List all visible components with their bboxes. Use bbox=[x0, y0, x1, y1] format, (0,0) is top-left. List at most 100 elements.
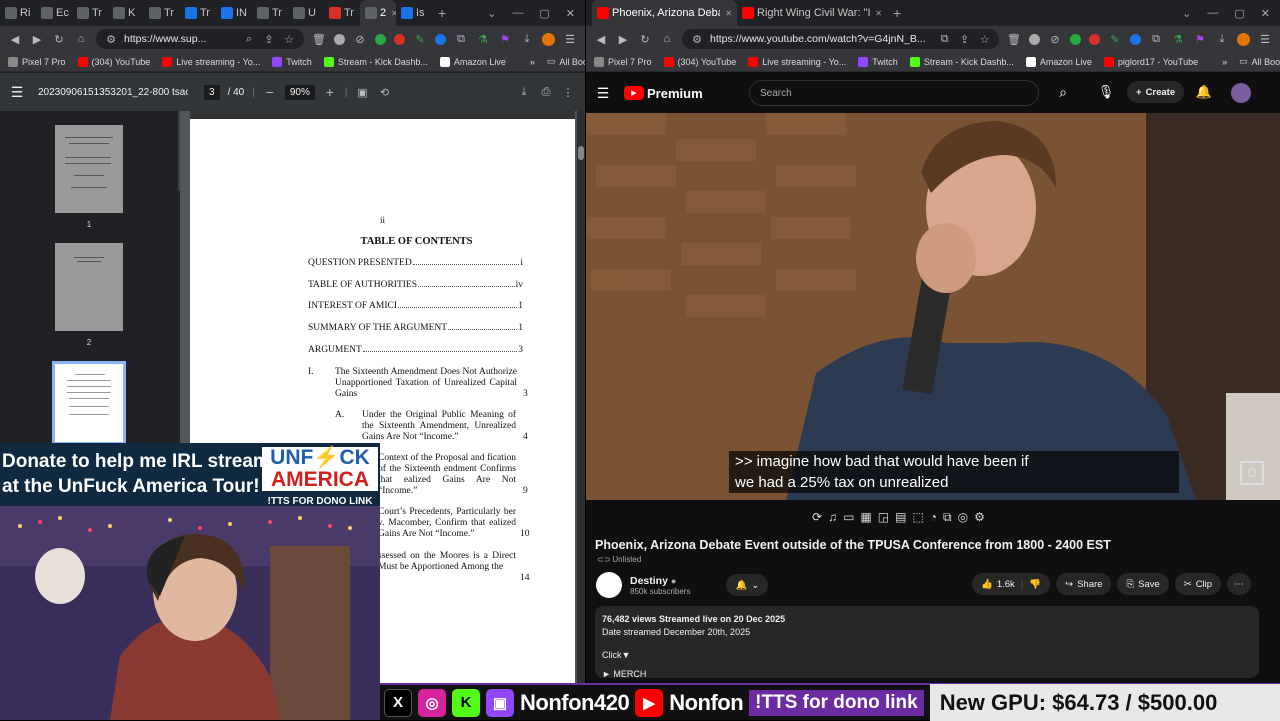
bookmark-item[interactable]: Twitch bbox=[858, 56, 898, 67]
notifications-bell-icon[interactable]: 🔔 bbox=[1196, 84, 1212, 99]
print-icon[interactable]: ⎙ bbox=[539, 85, 553, 99]
tab-0[interactable]: Ri bbox=[0, 0, 36, 26]
bookmark-item[interactable]: Twitch bbox=[272, 56, 312, 67]
labs-flask-icon[interactable]: ⚗ bbox=[476, 32, 490, 46]
menu-icon[interactable]: ☰ bbox=[563, 32, 577, 46]
extension-purple-icon[interactable]: ⚑ bbox=[498, 32, 512, 46]
tab-youtube-debate[interactable]: Phoenix, Arizona Debate E ✕ bbox=[592, 0, 737, 26]
downloads-icon[interactable]: ⤓ bbox=[1215, 32, 1229, 46]
extension-red-icon[interactable] bbox=[394, 33, 405, 45]
maximize-icon[interactable]: ▢ bbox=[1234, 7, 1244, 20]
bookmark-item[interactable]: Pixel 7 Pro bbox=[594, 56, 652, 67]
tab-11[interactable]: Is bbox=[396, 0, 432, 26]
close-window-icon[interactable]: ✕ bbox=[1261, 7, 1270, 20]
close-window-icon[interactable]: ✕ bbox=[566, 7, 575, 20]
page-thumbnail-3-selected[interactable] bbox=[52, 361, 126, 445]
page-number-input[interactable]: 3 bbox=[204, 84, 220, 100]
toc-section-C[interactable]: Court’s Precedents, Particularly ber v. … bbox=[378, 507, 516, 540]
more-bookmarks-icon[interactable]: » bbox=[1222, 57, 1227, 67]
tab-5[interactable]: Tr bbox=[180, 0, 216, 26]
microphone-icon[interactable]: 🎙 bbox=[1098, 84, 1115, 99]
site-info-icon[interactable]: ⚙ bbox=[690, 32, 704, 46]
reload-icon[interactable]: ↻ bbox=[638, 32, 652, 46]
profile-avatar[interactable] bbox=[542, 32, 555, 46]
click-expand[interactable]: Click▼ bbox=[602, 649, 1252, 662]
share-icon[interactable]: ⇪ bbox=[958, 32, 972, 46]
all-bookmarks-folder[interactable]: ▭All Bookmarks bbox=[547, 56, 585, 67]
tab-9[interactable]: Tr bbox=[324, 0, 360, 26]
bookmark-item[interactable]: Stream - Kick Dashb... bbox=[323, 56, 428, 67]
new-tab-icon[interactable]: + bbox=[432, 5, 452, 21]
search-icon[interactable]: ⌕ bbox=[1056, 84, 1070, 100]
back-icon[interactable]: ◀ bbox=[594, 32, 608, 46]
cinema-icon[interactable]: ▭ bbox=[843, 510, 854, 524]
tab-youtube-civil-war[interactable]: Right Wing Civil War: "Israel & ✕ bbox=[737, 0, 887, 26]
share-button[interactable]: ↪ Share bbox=[1056, 573, 1112, 595]
more-actions-icon[interactable]: ⋯ bbox=[1227, 573, 1251, 595]
create-button[interactable]: + Create bbox=[1127, 81, 1185, 103]
tab-6[interactable]: IN bbox=[216, 0, 252, 26]
bookmark-item[interactable]: Pixel 7 Pro bbox=[8, 56, 66, 67]
all-bookmarks-folder[interactable]: ▭All Bookmarks bbox=[1239, 56, 1280, 67]
tab-3[interactable]: K bbox=[108, 0, 144, 26]
close-tab-icon[interactable]: ✕ bbox=[875, 9, 882, 18]
tab-2[interactable]: Tr bbox=[72, 0, 108, 26]
channel-avatar[interactable] bbox=[596, 572, 622, 598]
toc-section-I[interactable]: The Sixteenth Amendment Does Not Authori… bbox=[335, 367, 517, 400]
page-thumbnail-1[interactable] bbox=[55, 125, 123, 213]
extension-grammarly-icon[interactable] bbox=[375, 33, 386, 45]
tab-1[interactable]: Ec bbox=[36, 0, 72, 26]
zoom-in-icon[interactable]: + bbox=[323, 84, 337, 100]
extension-trash-icon[interactable]: 🗑 bbox=[312, 32, 326, 46]
toc-entry[interactable]: SUMMARY OF THE ARGUMENT 1 bbox=[308, 323, 523, 333]
address-bar[interactable]: ⚙ https://www.sup... ⌕ ⇪ ☆ bbox=[96, 29, 304, 49]
zoom-out-icon[interactable]: − bbox=[263, 84, 277, 100]
pip-icon[interactable]: ⧉ bbox=[943, 510, 952, 525]
speed-icon[interactable]: ◔ bbox=[930, 510, 937, 524]
film-icon[interactable]: ▦ bbox=[860, 510, 871, 524]
open-in-app-icon[interactable]: ⧉ bbox=[938, 32, 952, 46]
zoom-icon[interactable]: ⌕ bbox=[242, 32, 256, 46]
bookmark-item[interactable]: Amazon Live bbox=[1025, 56, 1092, 67]
new-tab-icon[interactable]: + bbox=[887, 5, 907, 21]
bookmark-item[interactable]: (304) YouTube bbox=[77, 56, 150, 67]
search-input[interactable]: Search bbox=[749, 80, 1039, 106]
labs-flask-icon[interactable]: ⚗ bbox=[1171, 32, 1185, 46]
tab-7[interactable]: Tr bbox=[252, 0, 288, 26]
more-bookmarks-icon[interactable]: » bbox=[530, 57, 535, 67]
toc-section-B[interactable]: Context of the Proposal and fication of … bbox=[378, 453, 516, 497]
toc-entry[interactable]: TABLE OF AUTHORITIES iv bbox=[308, 280, 523, 290]
bookmark-item[interactable]: Live streaming - Yo... bbox=[162, 56, 260, 67]
bookmark-item[interactable]: (304) YouTube bbox=[663, 56, 736, 67]
share-icon[interactable]: ⇪ bbox=[262, 32, 276, 46]
channel-watermark-icon[interactable]: D bbox=[1240, 461, 1264, 485]
tab-search-icon[interactable]: ⌄ bbox=[1182, 7, 1191, 20]
clip-button[interactable]: ✂ Clip bbox=[1174, 573, 1222, 595]
save-button[interactable]: ⎘ Save bbox=[1117, 573, 1169, 595]
extension-purple-icon[interactable]: ⚑ bbox=[1193, 32, 1207, 46]
toc-entry[interactable]: QUESTION PRESENTED i bbox=[308, 258, 523, 268]
page-thumbnail-2[interactable] bbox=[55, 243, 123, 331]
account-avatar[interactable] bbox=[1231, 83, 1251, 103]
extension-off-icon[interactable]: ⊘ bbox=[353, 32, 367, 46]
pdf-menu-icon[interactable]: ☰ bbox=[10, 84, 24, 100]
minimize-icon[interactable]: — bbox=[512, 7, 523, 19]
loop-icon[interactable]: ⟳ bbox=[812, 510, 822, 524]
reload-icon[interactable]: ↻ bbox=[52, 32, 66, 46]
back-icon[interactable]: ◀ bbox=[8, 32, 22, 46]
video-player[interactable]: >> imagine how bad that would have been … bbox=[586, 113, 1280, 500]
extension-red-icon[interactable] bbox=[1089, 33, 1100, 45]
screenshot-icon[interactable]: ◎ bbox=[958, 510, 968, 524]
profile-avatar[interactable] bbox=[1237, 32, 1250, 46]
settings-gear-icon[interactable]: ⚙ bbox=[974, 510, 985, 524]
extension-grammarly-icon[interactable] bbox=[1070, 33, 1081, 45]
extension-pen-icon[interactable]: ✎ bbox=[1108, 32, 1122, 46]
toc-section-D[interactable]: ssessed on the Moores is a Direct Must b… bbox=[378, 551, 516, 573]
toc-entry[interactable]: ARGUMENT 3 bbox=[308, 345, 523, 355]
extensions-puzzle-icon[interactable]: ⧉ bbox=[1149, 32, 1163, 46]
rotate-icon[interactable]: ⟲ bbox=[377, 85, 391, 99]
fit-page-icon[interactable]: ▣ bbox=[355, 85, 369, 99]
toc-entry[interactable]: INTEREST OF AMICI 1 bbox=[308, 301, 523, 311]
bookmark-item[interactable]: piglord17 - YouTube bbox=[1103, 56, 1198, 67]
minimize-icon[interactable]: — bbox=[1207, 7, 1218, 19]
